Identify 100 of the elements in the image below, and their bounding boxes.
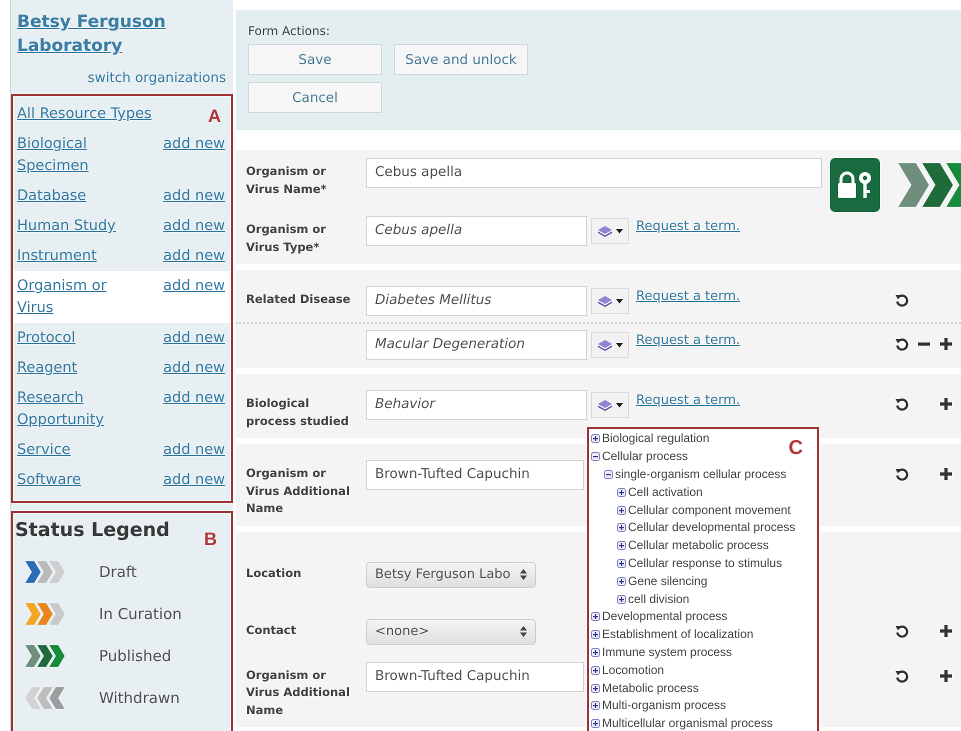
request-term-link[interactable]: Request a term. [636, 393, 740, 408]
expand-icon[interactable] [617, 541, 626, 550]
reset-icon[interactable] [895, 668, 909, 682]
field-label: Organism or Virus Type* [246, 221, 327, 256]
status-chevrons-icon [23, 686, 67, 710]
text-field[interactable]: Cebus apella [366, 158, 822, 188]
expand-icon[interactable] [591, 666, 600, 675]
add-new-link[interactable]: add new [163, 387, 225, 409]
plus-icon[interactable] [939, 624, 953, 638]
collapse-icon[interactable] [591, 452, 600, 462]
add-new-link[interactable]: add new [163, 469, 225, 491]
term-field[interactable]: Cebus apella [366, 216, 587, 246]
expand-icon[interactable] [591, 612, 600, 622]
expand-icon[interactable] [617, 576, 626, 586]
add-new-link[interactable]: add new [163, 245, 225, 267]
reset-icon[interactable] [895, 337, 909, 351]
field-label: Location [246, 564, 302, 582]
resource-type-link[interactable]: Software [17, 469, 147, 491]
tree-item[interactable]: Multicellular organismal process [602, 717, 773, 730]
plus-icon[interactable] [939, 467, 953, 481]
add-new-link[interactable]: add new [163, 215, 225, 237]
action-button[interactable]: Cancel [248, 82, 382, 113]
field-label: Organism or Virus Name* [246, 163, 328, 198]
tree-item[interactable]: Cellular component movement [628, 504, 791, 517]
field-label: Organism or Virus Additional Name [246, 465, 351, 517]
action-button[interactable]: Save [248, 44, 382, 75]
request-term-link[interactable]: Request a term. [636, 219, 740, 234]
expand-icon[interactable] [591, 630, 600, 640]
reset-icon[interactable] [895, 467, 909, 481]
resource-type-link[interactable]: Database [17, 185, 147, 207]
term-picker-button[interactable] [591, 288, 629, 314]
term-field[interactable]: Behavior [366, 390, 587, 420]
plus-icon[interactable] [939, 397, 953, 411]
tree-item[interactable]: Cellular metabolic process [628, 539, 769, 552]
tree-item[interactable]: Gene silencing [628, 574, 708, 588]
expand-icon[interactable] [591, 684, 600, 693]
expand-icon[interactable] [617, 523, 626, 532]
organization-link[interactable]: Betsy Ferguson Laboratory [17, 10, 187, 58]
status-chevrons-icon [23, 602, 67, 626]
term-field[interactable]: Diabetes Mellitus [366, 286, 587, 316]
resource-type-link[interactable]: Biological Specimen [17, 133, 147, 177]
expand-icon[interactable] [617, 558, 626, 568]
term-picker-button[interactable] [591, 218, 629, 244]
add-new-link[interactable]: add new [163, 133, 225, 155]
dropdown-select[interactable]: <none> [366, 618, 536, 644]
resource-type-link[interactable]: Research Opportunity [17, 387, 147, 431]
resource-type-link[interactable]: Organism or Virus [17, 275, 147, 319]
legend-label: Published [99, 647, 172, 665]
reset-icon[interactable] [895, 293, 909, 307]
collapse-icon[interactable] [604, 470, 613, 479]
tree-item[interactable]: cell division [628, 592, 690, 606]
resource-type-link[interactable]: Protocol [17, 327, 147, 349]
add-new-link[interactable]: add new [163, 185, 225, 207]
expand-icon[interactable] [617, 506, 626, 515]
book-icon [597, 398, 613, 412]
dropdown-select[interactable]: Betsy Ferguson Labo [366, 562, 536, 588]
tree-item[interactable]: Locomotion [602, 664, 664, 677]
legend-label: Withdrawn [99, 689, 180, 707]
resource-type-link[interactable]: Instrument [17, 245, 147, 267]
expand-icon[interactable] [591, 701, 600, 710]
text-field[interactable]: Brown-Tufted Capuchin [366, 662, 584, 692]
request-term-link[interactable]: Request a term. [636, 333, 740, 348]
add-new-link[interactable]: add new [163, 439, 225, 461]
tree-item[interactable]: Cellular response to stimulus [628, 556, 782, 570]
switch-organizations-link[interactable]: switch organizations [88, 70, 226, 86]
term-field[interactable]: Macular Degeneration [366, 330, 587, 360]
form-actions-title: Form Actions: [248, 24, 331, 38]
reset-icon[interactable] [895, 624, 909, 638]
tree-item[interactable]: Cellular developmental process [628, 521, 796, 534]
tree-item[interactable]: Establishment of localization [602, 628, 754, 642]
text-field[interactable]: Brown-Tufted Capuchin [366, 460, 584, 490]
tree-item[interactable]: Immune system process [602, 646, 732, 659]
lock-button[interactable] [830, 158, 880, 212]
expand-icon[interactable] [591, 434, 600, 444]
request-term-link[interactable]: Request a term. [636, 289, 740, 304]
expand-icon[interactable] [617, 594, 626, 604]
reset-icon[interactable] [895, 397, 909, 411]
tree-item[interactable]: Cellular process [602, 450, 688, 464]
expand-icon[interactable] [591, 648, 600, 657]
add-new-link[interactable]: add new [163, 327, 225, 349]
action-button[interactable]: Save and unlock [394, 44, 528, 75]
tree-item[interactable]: Developmental process [602, 610, 728, 624]
resource-type-link[interactable]: Human Study [17, 215, 147, 237]
expand-icon[interactable] [591, 719, 600, 728]
tree-item[interactable]: Metabolic process [602, 682, 699, 695]
tree-item[interactable]: single-organism cellular process [615, 468, 786, 481]
tree-item[interactable]: Cell activation [628, 486, 703, 499]
plus-icon[interactable] [939, 337, 953, 351]
add-new-link[interactable]: add new [163, 275, 225, 297]
plus-icon[interactable] [939, 668, 953, 682]
add-new-link[interactable]: add new [163, 357, 225, 379]
term-picker-button[interactable] [591, 392, 629, 418]
term-picker-button[interactable] [591, 332, 629, 358]
updown-arrows-icon [520, 569, 527, 580]
resource-type-link[interactable]: Reagent [17, 357, 147, 379]
tree-item[interactable]: Multi-organism process [602, 699, 726, 712]
expand-icon[interactable] [617, 488, 626, 497]
resource-type-link[interactable]: All Resource Types [17, 103, 152, 125]
tree-item[interactable]: Biological regulation [602, 432, 710, 446]
resource-type-link[interactable]: Service [17, 439, 147, 461]
